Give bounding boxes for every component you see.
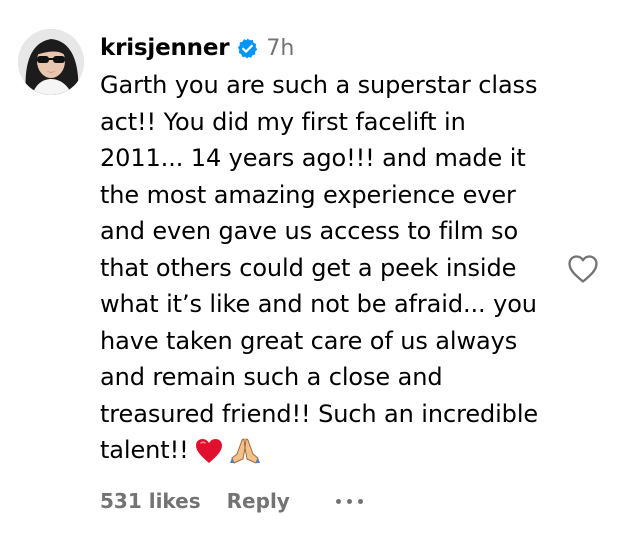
- heart-outline-icon: [568, 255, 598, 283]
- more-dot: [335, 498, 341, 504]
- folded-hands-emoji: [229, 436, 261, 475]
- timestamp: 7h: [266, 35, 295, 61]
- avatar-image: [18, 29, 84, 95]
- reply-button[interactable]: Reply: [227, 489, 290, 513]
- more-dot: [357, 498, 363, 504]
- likes-count[interactable]: 531 likes: [100, 489, 201, 513]
- comment-text-block: Garth you are such a superstar class act…: [100, 67, 555, 475]
- like-button[interactable]: [567, 254, 599, 284]
- comment-header: krisjenner 7h: [100, 31, 294, 65]
- comment: krisjenner 7h Garth you are such a super…: [0, 0, 634, 555]
- comment-footer: 531 likes Reply: [100, 486, 363, 516]
- more-dot: [346, 498, 352, 504]
- username[interactable]: krisjenner: [100, 35, 230, 61]
- more-options-icon[interactable]: [335, 498, 363, 504]
- red-heart-emoji: [195, 438, 223, 475]
- verified-badge-icon: [236, 37, 259, 60]
- avatar[interactable]: [18, 29, 84, 95]
- comment-text: Garth you are such a superstar class act…: [100, 71, 539, 464]
